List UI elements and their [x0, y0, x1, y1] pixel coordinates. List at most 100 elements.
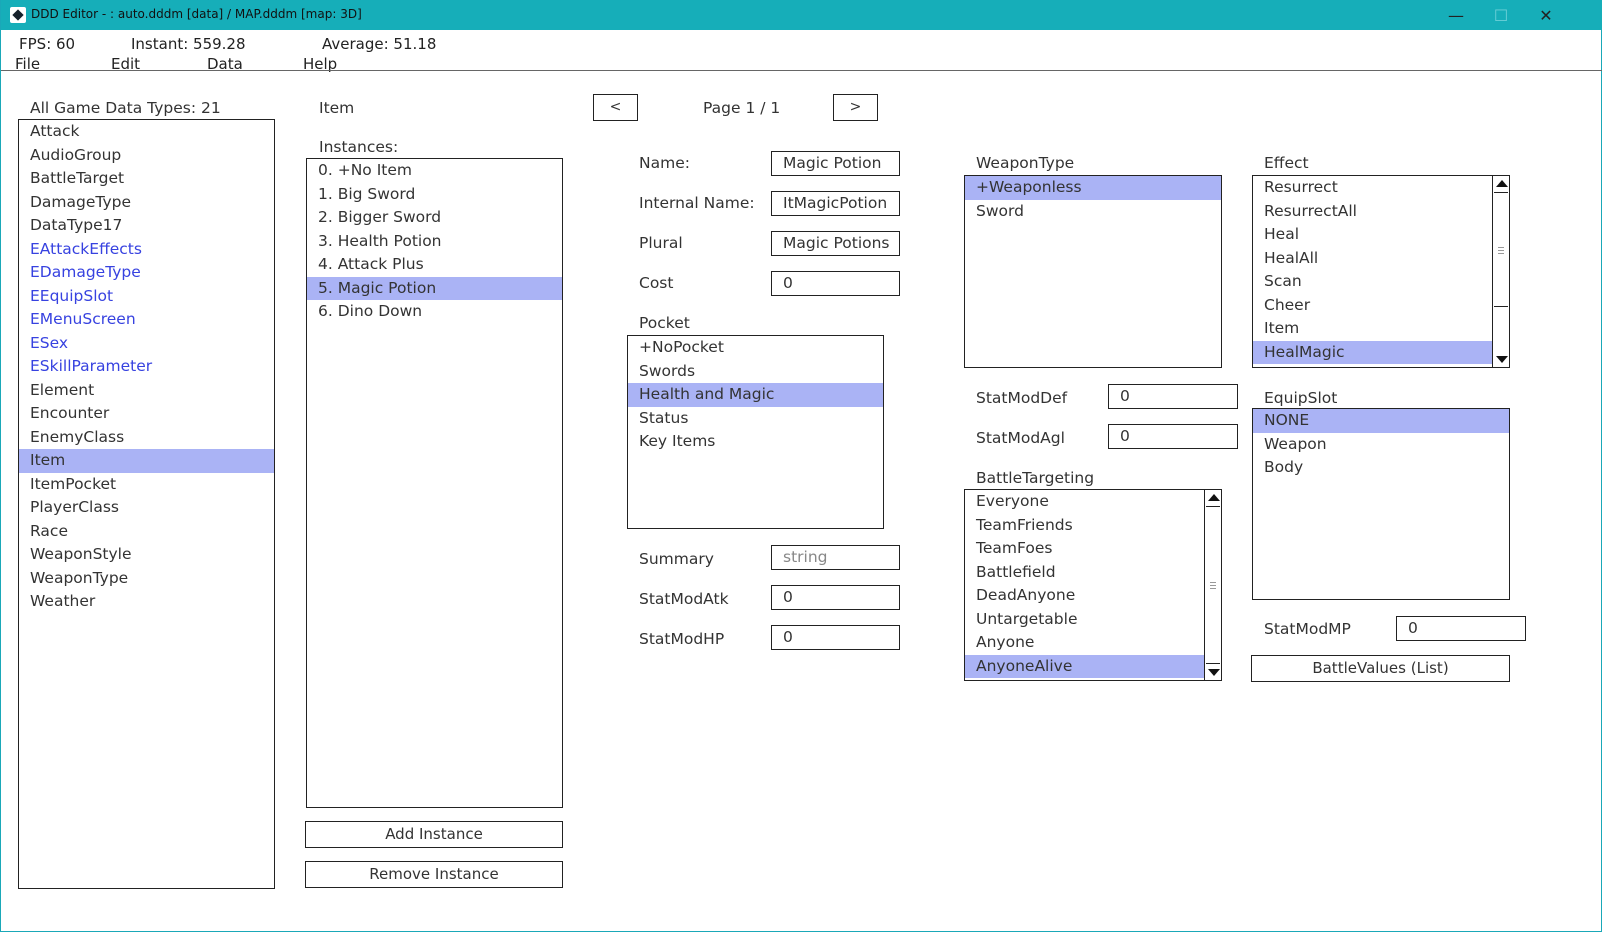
scroll-up-arrow-icon[interactable]	[1493, 176, 1509, 192]
effect-item[interactable]: HealAll	[1253, 247, 1492, 271]
battle-targeting-list[interactable]: Everyone TeamFriends TeamFoes Battlefield De…	[965, 490, 1204, 680]
prev-page-button[interactable]: <	[593, 94, 638, 121]
scroll-down-arrow-icon[interactable]	[1493, 351, 1509, 367]
type-item[interactable]: ESkillParameter	[19, 355, 274, 379]
weapon-type-item[interactable]: +Weaponless	[965, 176, 1221, 200]
type-item[interactable]: WeaponStyle	[19, 543, 274, 567]
instance-item[interactable]: 4. Attack Plus	[307, 253, 562, 277]
type-item[interactable]: EMenuScreen	[19, 308, 274, 332]
instance-item[interactable]: 5. Magic Potion	[307, 276, 562, 300]
pocket-item[interactable]: Swords	[628, 360, 883, 384]
effect-item[interactable]: Scan	[1253, 270, 1492, 294]
instance-item[interactable]: 0. +No Item	[307, 159, 562, 183]
add-instance-button[interactable]: Add Instance	[305, 821, 563, 848]
stat-mod-def-label: StatModDef	[976, 389, 1068, 407]
effect-item[interactable]: Cheer	[1253, 294, 1492, 318]
battle-targeting-scrollbar[interactable]	[1204, 490, 1221, 680]
equip-slot-item[interactable]: NONE	[1253, 409, 1509, 433]
stat-mod-atk-field[interactable]: 0	[771, 585, 900, 610]
pocket-item[interactable]: Health and Magic	[628, 383, 883, 407]
effect-scrollbar[interactable]	[1492, 176, 1509, 367]
close-button[interactable]: ✕	[1523, 0, 1569, 30]
type-item[interactable]: Encounter	[19, 402, 274, 426]
weapon-type-list[interactable]: +Weaponless Sword	[964, 175, 1222, 368]
type-item[interactable]: PlayerClass	[19, 496, 274, 520]
stat-mod-hp-field[interactable]: 0	[771, 625, 900, 650]
next-page-button[interactable]: >	[833, 94, 878, 121]
type-item[interactable]: Weather	[19, 590, 274, 614]
instance-item[interactable]: 1. Big Sword	[307, 183, 562, 207]
battle-targeting-item[interactable]: Anyone	[965, 631, 1204, 655]
menu-divider	[1, 70, 1602, 71]
remove-instance-button[interactable]: Remove Instance	[305, 861, 563, 888]
scroll-thumb[interactable]	[1494, 192, 1508, 307]
battle-targeting-item[interactable]: Untargetable	[965, 608, 1204, 632]
type-item[interactable]: EnemyClass	[19, 426, 274, 450]
type-item[interactable]: EAttackEffects	[19, 238, 274, 262]
instance-item[interactable]: 2. Bigger Sword	[307, 206, 562, 230]
stat-mod-agl-label: StatModAgl	[976, 429, 1065, 447]
pocket-item[interactable]: Status	[628, 407, 883, 431]
battle-targeting-item[interactable]: Everyone	[965, 490, 1204, 514]
type-item[interactable]: WeaponType	[19, 567, 274, 591]
scroll-thumb[interactable]	[1206, 506, 1220, 664]
scroll-down-arrow-icon[interactable]	[1205, 664, 1221, 680]
type-item[interactable]: DataType17	[19, 214, 274, 238]
plural-field[interactable]: Magic Potions	[771, 231, 900, 256]
type-item[interactable]: DamageType	[19, 191, 274, 215]
effect-list[interactable]: Resurrect ResurrectAll Heal HealAll Scan Chee…	[1253, 176, 1492, 367]
instances-header: Instances:	[319, 138, 399, 156]
equip-slot-item[interactable]: Body	[1253, 456, 1509, 480]
type-item[interactable]: Item	[19, 449, 274, 473]
instances-list[interactable]: 0. +No Item 1. Big Sword 2. Bigger Sword 3.…	[306, 158, 563, 808]
effect-item[interactable]: ResurrectAll	[1253, 200, 1492, 224]
type-item[interactable]: Attack	[19, 120, 274, 144]
effect-item[interactable]: HealMagic	[1253, 340, 1492, 364]
stat-mod-mp-label: StatModMP	[1264, 620, 1351, 638]
name-field[interactable]: Magic Potion	[771, 151, 900, 176]
instance-item[interactable]: 6. Dino Down	[307, 300, 562, 324]
battle-targeting-item[interactable]: AnyoneAlive	[965, 654, 1204, 678]
name-label: Name:	[639, 154, 690, 172]
equip-slot-header: EquipSlot	[1264, 389, 1338, 407]
internal-name-field[interactable]: ItMagicPotion	[771, 191, 900, 216]
types-list[interactable]: Attack AudioGroup BattleTarget DamageType Da…	[18, 119, 275, 889]
pocket-item[interactable]: +NoPocket	[628, 336, 883, 360]
summary-field[interactable]: string	[771, 545, 900, 570]
cost-field[interactable]: 0	[771, 271, 900, 296]
maximize-button[interactable]: ☐	[1478, 0, 1524, 30]
effect-header: Effect	[1264, 154, 1309, 172]
effect-item[interactable]: Heal	[1253, 223, 1492, 247]
type-item[interactable]: ItemPocket	[19, 473, 274, 497]
instance-item[interactable]: 3. Health Potion	[307, 230, 562, 254]
weapon-type-item[interactable]: Sword	[965, 200, 1221, 224]
battle-targeting-item[interactable]: TeamFriends	[965, 514, 1204, 538]
stat-mod-mp-field[interactable]: 0	[1396, 616, 1526, 641]
type-item[interactable]: Element	[19, 379, 274, 403]
scroll-up-arrow-icon[interactable]	[1205, 490, 1221, 506]
equip-slot-item[interactable]: Weapon	[1253, 433, 1509, 457]
pocket-list[interactable]: +NoPocket Swords Health and Magic Status Key…	[627, 335, 884, 529]
battle-targeting-item[interactable]: TeamFoes	[965, 537, 1204, 561]
stat-mod-def-field[interactable]: 0	[1108, 384, 1238, 409]
type-item[interactable]: BattleTarget	[19, 167, 274, 191]
battle-values-button[interactable]: BattleValues (List)	[1251, 655, 1510, 682]
type-item[interactable]: ESex	[19, 332, 274, 356]
type-title: Item	[319, 99, 355, 117]
pocket-item[interactable]: Key Items	[628, 430, 883, 454]
window-title: DDD Editor - : auto.dddm [data] / MAP.dd…	[31, 7, 362, 21]
effect-item[interactable]: Resurrect	[1253, 176, 1492, 200]
type-item[interactable]: Race	[19, 520, 274, 544]
type-item[interactable]: EDamageType	[19, 261, 274, 285]
equip-slot-list[interactable]: NONE Weapon Body	[1252, 408, 1510, 600]
stat-mod-agl-field[interactable]: 0	[1108, 424, 1238, 449]
battle-targeting-box: Everyone TeamFriends TeamFoes Battlefield De…	[964, 489, 1222, 681]
stat-mod-hp-label: StatModHP	[639, 630, 725, 648]
battle-targeting-item[interactable]: DeadAnyone	[965, 584, 1204, 608]
type-item[interactable]: EEquipSlot	[19, 285, 274, 309]
type-item[interactable]: AudioGroup	[19, 144, 274, 168]
effect-item[interactable]: Item	[1253, 317, 1492, 341]
battle-targeting-item[interactable]: Battlefield	[965, 561, 1204, 585]
instant-readout: Instant: 559.28	[131, 35, 246, 53]
minimize-button[interactable]: —	[1433, 0, 1479, 30]
